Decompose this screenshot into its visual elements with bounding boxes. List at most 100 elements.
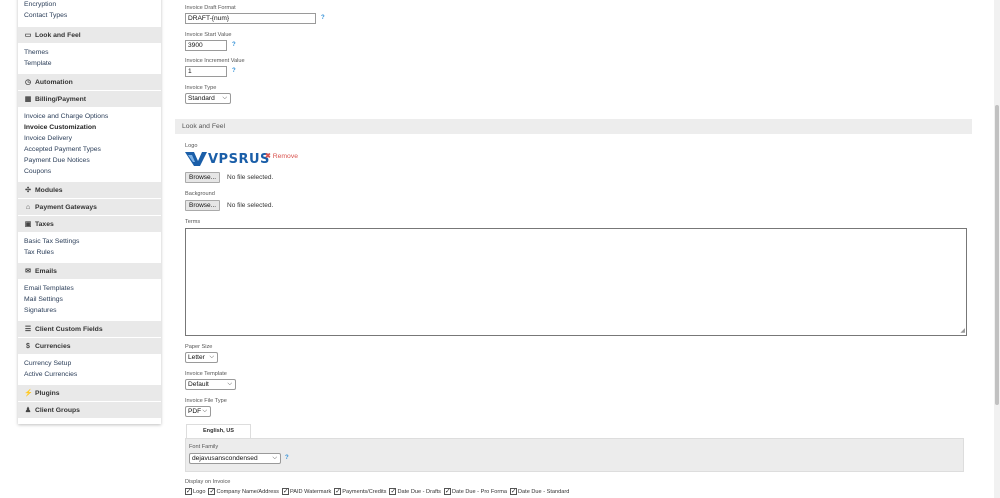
close-icon: ✖ xyxy=(265,153,271,160)
look-and-feel-section-header: Look and Feel xyxy=(175,119,972,134)
sidebar-section-emails[interactable]: ✉ Emails xyxy=(18,262,161,279)
browse-logo-button[interactable]: Browse... xyxy=(185,172,221,183)
sidebar-section-label: Modules xyxy=(35,186,63,194)
sidebar-item-encryption[interactable]: Encryption xyxy=(18,0,161,10)
sidebar-section-label: Look and Feel xyxy=(35,31,81,39)
invoice-template-select[interactable]: Default ⌵ xyxy=(185,379,236,390)
checkbox-paid-watermark[interactable] xyxy=(281,487,289,495)
checkbox-label: Company Name/Address xyxy=(216,488,279,495)
draft-format-label: Invoice Draft Format xyxy=(185,5,236,11)
checkbox-date-due-drafts[interactable] xyxy=(389,487,397,495)
chevron-down-icon: ⌵ xyxy=(222,95,227,101)
checkbox-label: Date Due - Standard xyxy=(518,488,570,495)
sidebar-item-email-templates[interactable]: Email Templates xyxy=(18,283,161,294)
start-value-label: Invoice Start Value xyxy=(185,32,232,38)
start-value-input[interactable] xyxy=(185,40,227,51)
checkbox-logo[interactable] xyxy=(185,487,192,495)
envelope-icon: ✉ xyxy=(25,267,31,275)
sidebar-section-label: Taxes xyxy=(35,220,54,228)
sidebar-item-accepted-payment-types[interactable]: Accepted Payment Types xyxy=(18,144,161,155)
page-scrollbar[interactable] xyxy=(994,0,1000,498)
sidebar-section-label: Automation xyxy=(35,78,73,86)
sidebar-item-currency-setup[interactable]: Currency Setup xyxy=(18,358,161,369)
sidebar-section-client-groups[interactable]: ♟ Client Groups xyxy=(18,401,161,418)
sidebar-section-plugins[interactable]: ⚡ Plugins xyxy=(18,384,161,401)
display-on-invoice-label: Display on Invoice xyxy=(185,479,231,485)
chevron-down-icon: ⌵ xyxy=(202,408,207,414)
sidebar-section-client-custom-fields[interactable]: ☰ Client Custom Fields xyxy=(18,320,161,337)
checkbox-date-due-standard[interactable] xyxy=(510,487,518,495)
sidebar-item-invoice-charge-options[interactable]: Invoice and Charge Options xyxy=(18,111,161,122)
remove-label: Remove xyxy=(272,152,299,160)
file-type-select[interactable]: PDF ⌵ xyxy=(185,406,211,417)
help-icon[interactable]: ? xyxy=(285,455,289,461)
sidebar-section-look-and-feel[interactable]: ▭ Look and Feel xyxy=(18,26,161,43)
sidebar-section-label: Emails xyxy=(35,267,57,275)
sidebar-item-template[interactable]: Template xyxy=(18,58,161,69)
paper-size-select[interactable]: Letter ⌵ xyxy=(185,352,218,363)
display-options-row: Logo Company Name/Address PAID Watermark… xyxy=(183,487,570,495)
checkbox-label: Date Due - Drafts xyxy=(397,488,441,495)
browse-background-button[interactable]: Browse... xyxy=(185,200,221,211)
paper-size-label: Paper Size xyxy=(185,344,213,350)
checkbox-payments-credits[interactable] xyxy=(334,487,342,495)
font-family-value: dejavusanscondensed xyxy=(192,455,258,462)
file-type-value: PDF xyxy=(188,408,202,415)
paper-size-value: Letter xyxy=(188,354,205,361)
sidebar-item-themes[interactable]: Themes xyxy=(18,47,161,58)
scrollbar-thumb[interactable] xyxy=(995,105,999,405)
sidebar-item-tax-rules[interactable]: Tax Rules xyxy=(18,247,161,258)
sidebar-item-mail-settings[interactable]: Mail Settings xyxy=(18,294,161,305)
bank-icon: ⌂ xyxy=(25,203,31,211)
invoice-template-label: Invoice Template xyxy=(185,371,227,377)
remove-logo-link[interactable]: ✖ Remove xyxy=(265,152,299,161)
invoice-customization-form: Invoice Draft Format ? Invoice Start Val… xyxy=(175,0,972,498)
settings-sidebar: Encryption Contact Types ▭ Look and Feel… xyxy=(18,0,161,424)
sidebar-item-basic-tax-settings[interactable]: Basic Tax Settings xyxy=(18,236,161,247)
chevron-down-icon: ⌵ xyxy=(272,455,277,461)
invoice-type-select[interactable]: Standard ⌵ xyxy=(185,93,231,104)
logo-text: VPSRUS xyxy=(208,151,270,167)
sidebar-section-payment-gateways[interactable]: ⌂ Payment Gateways xyxy=(18,198,161,215)
font-family-select[interactable]: dejavusanscondensed ⌵ xyxy=(189,453,281,464)
sidebar-item-invoice-delivery[interactable]: Invoice Delivery xyxy=(18,133,161,144)
checkbox-company-name[interactable] xyxy=(208,487,216,495)
company-logo: VPSRUS xyxy=(185,151,270,167)
calculator-icon: ▦ xyxy=(24,95,32,103)
clock-icon: ◷ xyxy=(24,78,32,86)
sidebar-item-active-currencies[interactable]: Active Currencies xyxy=(18,369,161,380)
sidebar-section-billing[interactable]: ▦ Billing/Payment xyxy=(18,90,161,107)
draft-format-input[interactable] xyxy=(185,13,316,24)
help-icon[interactable]: ? xyxy=(232,68,236,74)
sidebar-item-signatures[interactable]: Signatures xyxy=(18,305,161,316)
monitor-icon: ▭ xyxy=(24,31,32,39)
sidebar-section-currencies[interactable]: $ Currencies xyxy=(18,337,161,354)
chevron-down-icon: ⌵ xyxy=(227,381,232,387)
resize-grip-icon[interactable]: ◢ xyxy=(960,327,965,334)
sidebar-section-label: Billing/Payment xyxy=(35,95,86,103)
money-icon: ▣ xyxy=(24,220,32,228)
checkbox-label: Date Due - Pro Forma xyxy=(451,488,508,495)
sidebar-item-payment-due-notices[interactable]: Payment Due Notices xyxy=(18,155,161,166)
checkbox-label: Logo xyxy=(193,488,206,495)
increment-value-label: Invoice Increment Value xyxy=(185,58,245,64)
plug-icon: ⚡ xyxy=(24,389,33,397)
file-type-label: Invoice File Type xyxy=(185,398,227,404)
dollar-icon: $ xyxy=(26,342,30,350)
increment-value-input[interactable] xyxy=(185,66,227,77)
invoice-type-label: Invoice Type xyxy=(185,85,217,91)
sidebar-section-automation[interactable]: ◷ Automation xyxy=(18,73,161,90)
sidebar-section-taxes[interactable]: ▣ Taxes xyxy=(18,215,161,232)
help-icon[interactable]: ? xyxy=(321,15,325,21)
sidebar-section-modules[interactable]: ✣ Modules xyxy=(18,181,161,198)
help-icon[interactable]: ? xyxy=(232,42,236,48)
checkbox-date-due-pro-forma[interactable] xyxy=(443,487,451,495)
terms-textarea[interactable]: ◢ xyxy=(185,228,967,336)
sidebar-item-coupons[interactable]: Coupons xyxy=(18,166,161,177)
logo-file-status: No file selected. xyxy=(227,174,274,181)
tab-english-us[interactable]: English, US xyxy=(186,424,251,438)
sidebar-item-contact-types[interactable]: Contact Types xyxy=(18,10,161,21)
sidebar-item-invoice-customization[interactable]: Invoice Customization xyxy=(18,122,161,133)
sidebar-section-label: Payment Gateways xyxy=(35,203,97,211)
language-tab-panel: Font Family dejavusanscondensed ⌵ ? xyxy=(185,438,964,472)
